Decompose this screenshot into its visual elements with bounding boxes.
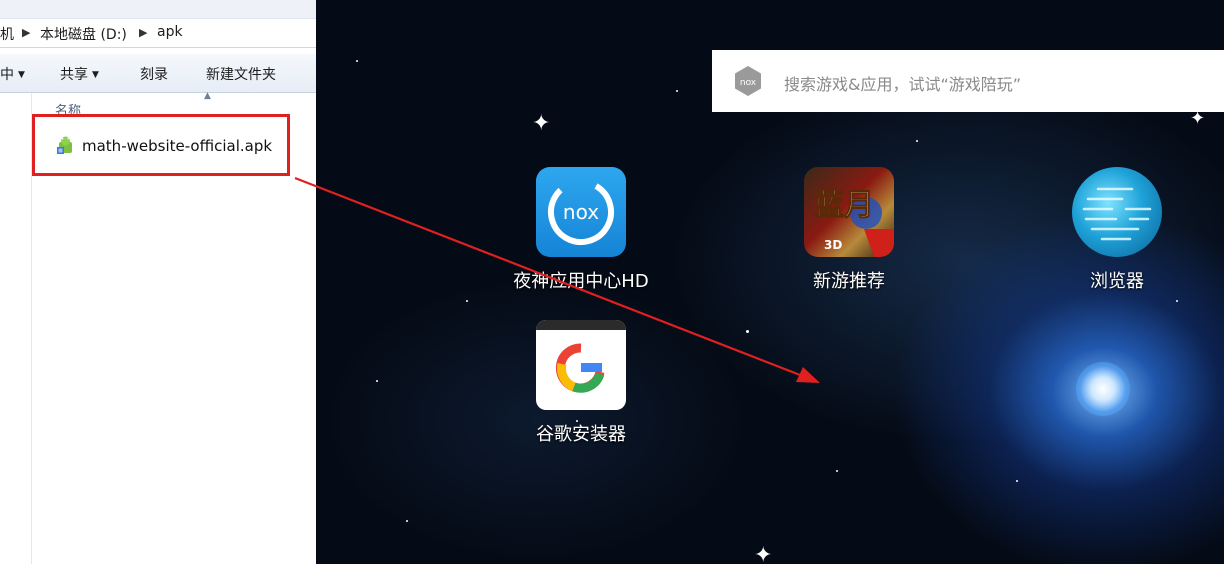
star — [376, 380, 378, 382]
chevron-right-icon[interactable]: ▶ — [22, 26, 30, 39]
breadcrumb-local-disk[interactable]: 本地磁盘 (D:) — [40, 24, 127, 44]
breadcrumb-apk[interactable]: apk — [157, 24, 183, 40]
google-g-logo — [555, 343, 605, 393]
app-search-bar[interactable]: nox 搜索游戏&应用，试试“游戏陪玩” — [712, 50, 1224, 112]
app-browser[interactable]: 浏览器 — [1042, 167, 1192, 293]
app-nox-app-center[interactable]: nox 夜神应用中心HD — [506, 167, 656, 293]
toolbar-new-folder[interactable]: 新建文件夹 — [206, 64, 276, 84]
toolbar-label: 共享 — [60, 67, 88, 83]
new-game-icon: 蓝月 3D — [804, 167, 894, 257]
star — [356, 60, 358, 62]
star — [1016, 480, 1018, 482]
window-top-strip — [0, 0, 316, 18]
dropdown-caret-icon: ▼ — [18, 70, 25, 80]
nox-app-center-icon: nox — [536, 167, 626, 257]
sparkle-star: ✦ — [754, 543, 773, 564]
app-label: 夜神应用中心HD — [513, 271, 649, 292]
dropdown-caret-icon: ▼ — [92, 70, 99, 80]
chevron-right-icon[interactable]: ▶ — [139, 26, 147, 39]
star — [676, 90, 678, 92]
app-label: 浏览器 — [1090, 271, 1144, 292]
globe-graphic — [1082, 187, 1152, 241]
toolbar-include-in-library[interactable]: 中 ▼ — [0, 64, 25, 84]
emulator-desktop[interactable]: ✦ ✦ ✦ nox 搜索游戏&应用，试试“游戏陪玩” nox 夜神应用中心HD … — [316, 0, 1224, 564]
browser-globe-icon — [1072, 167, 1162, 257]
star — [746, 330, 749, 333]
sparkle-star: ✦ — [532, 111, 551, 136]
app-new-game-recommend[interactable]: 蓝月 3D 新游推荐 — [774, 167, 924, 293]
sparkle-star: ✦ — [1190, 108, 1206, 129]
game-title-text: 蓝月 — [814, 188, 874, 223]
explorer-toolbar: 中 ▼ 共享 ▼ 刻录 新建文件夹 — [0, 54, 316, 93]
toolbar-burn[interactable]: 刻录 — [140, 64, 168, 84]
app-label: 谷歌安装器 — [536, 424, 626, 445]
toolbar-label: 中 — [0, 67, 14, 83]
svg-text:3D: 3D — [824, 238, 842, 252]
star — [466, 300, 468, 302]
address-bar[interactable]: 机 ▶ 本地磁盘 (D:) ▶ apk — [0, 18, 316, 48]
highlight-rectangle — [32, 114, 290, 176]
google-installer-icon — [536, 320, 626, 410]
star — [916, 140, 918, 142]
star — [1176, 300, 1178, 302]
nox-logo-text: nox — [740, 78, 757, 88]
breadcrumb-computer[interactable]: 机 — [0, 24, 14, 44]
nox-logo-icon: nox — [735, 66, 761, 96]
new-game-artwork: 蓝月 3D — [814, 188, 894, 257]
sort-ascending-icon: ▲ — [204, 91, 211, 101]
nox-ring-graphic: nox — [548, 179, 614, 245]
star — [406, 520, 408, 522]
app-google-installer[interactable]: 谷歌安装器 — [506, 320, 656, 446]
search-placeholder[interactable]: 搜索游戏&应用，试试“游戏陪玩” — [784, 71, 1021, 95]
file-explorer-window: 机 ▶ 本地磁盘 (D:) ▶ apk 中 ▼ 共享 ▼ 刻录 新建文件夹 ▲ 名称… — [0, 0, 316, 564]
star — [836, 470, 838, 472]
galaxy-wallpaper-core — [1076, 362, 1130, 416]
app-label: 新游推荐 — [813, 271, 885, 292]
nox-icon-text: nox — [563, 200, 599, 224]
toolbar-share[interactable]: 共享 ▼ — [60, 64, 99, 84]
